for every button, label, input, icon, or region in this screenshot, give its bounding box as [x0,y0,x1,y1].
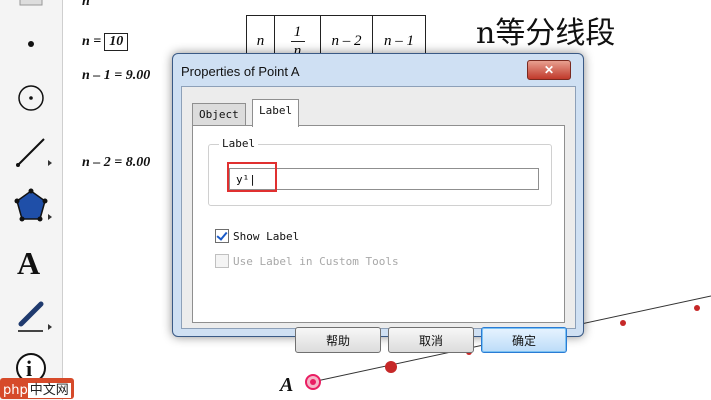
tab-label[interactable]: Label [252,99,300,127]
custom-tools-checkbox [215,254,229,268]
custom-tools-checkbox-row: Use Label in Custom Tools [215,254,399,268]
dialog-title: Properties of Point A [181,64,300,79]
show-label-text: Show Label [233,229,300,243]
show-label-checkbox-row[interactable]: Show Label [215,229,299,243]
close-icon: ✕ [543,63,555,77]
division-point[interactable] [620,320,626,326]
label-tab-panel: Label Show Label Use Label in Custom Too… [192,125,565,323]
watermark: php 中文网 [0,378,74,399]
tab-object[interactable]: Object [192,103,246,126]
label-group-title: Label [219,137,259,150]
watermark-logo: php [3,383,28,398]
division-point[interactable] [385,361,397,373]
ok-button[interactable]: 确定 [481,327,567,353]
close-button[interactable]: ✕ [527,60,571,80]
help-button[interactable]: 帮助 [295,327,381,353]
watermark-text: 中文网 [27,383,71,398]
show-label-checkbox[interactable] [215,229,229,243]
label-group: Label [208,137,552,206]
dialog-client: Object Label Label Show Label Use Label … [181,86,576,353]
custom-tools-text: Use Label in Custom Tools [233,254,399,268]
label-text-input[interactable] [229,168,539,190]
cancel-button[interactable]: 取消 [388,327,474,353]
division-point[interactable] [694,305,700,311]
point-a-center [310,379,316,385]
point-a-label[interactable]: A [280,374,293,397]
properties-dialog: Properties of Point A ✕ Object Label Lab… [172,53,584,353]
